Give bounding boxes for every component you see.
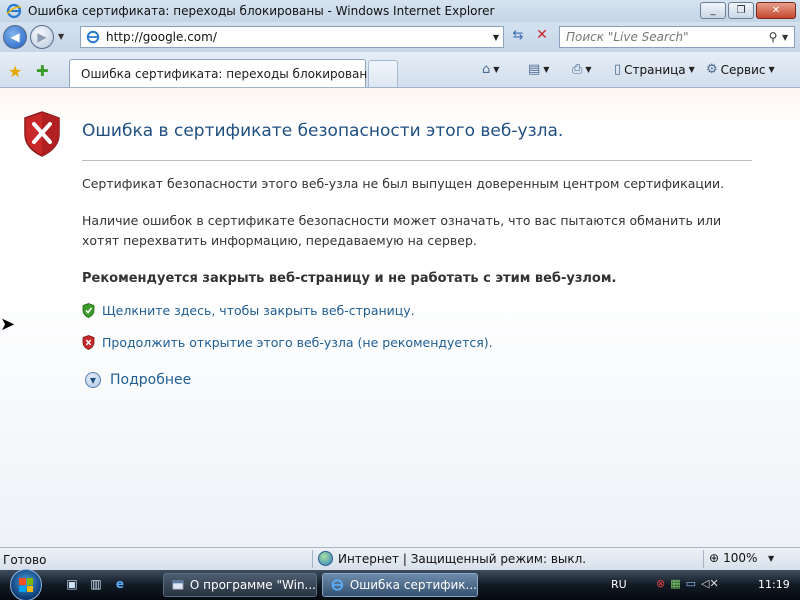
page-title: Ошибка в сертификате безопасности этого … [82,121,564,141]
taskbar-item-label: Ошибка сертифик... [349,578,477,592]
title-divider [82,160,752,161]
page-menu-button[interactable]: ▯ Страница ▼ [614,62,695,77]
chevron-down-icon: ▼ [85,372,101,388]
ie-icon [331,579,344,591]
zoom-control[interactable]: ⊕ 100% [709,551,757,565]
security-zone-text: Интернет | Защищенный режим: выкл. [338,551,587,566]
zoom-dropdown-icon[interactable]: ▼ [768,554,774,563]
address-url[interactable]: http://google.com/ [106,30,489,44]
taskbar-item-ie[interactable]: Ошибка сертифик... [322,573,478,597]
page-icon: ▯ [614,62,622,77]
close-page-link-text[interactable]: Щелкните здесь, чтобы закрыть веб-страни… [102,303,415,318]
add-favorites-icon[interactable]: ✚ [36,62,49,80]
maximize-button[interactable]: ❐ [728,2,754,19]
status-bar: Готово Интернет | Защищенный режим: выкл… [0,547,800,570]
tools-menu-label: Сервис [720,62,766,77]
window-title: Ошибка сертификата: переходы блокированы… [28,4,495,18]
tools-menu-button[interactable]: ⚙ Сервис ▼ [706,62,775,77]
clock[interactable]: 11:19 [758,578,790,591]
home-button[interactable]: ⌂ ▼ [482,62,499,77]
stop-icon[interactable]: ✕ [532,27,552,45]
printer-icon: ⎙ [572,62,583,77]
new-tab-button[interactable] [368,60,398,87]
recent-pages-dropdown[interactable]: ▼ [58,32,64,41]
chevron-down-icon: ▼ [493,65,500,74]
back-button[interactable]: ◀ [3,25,27,49]
page-menu-label: Страница [624,62,686,77]
continue-link[interactable]: Продолжить открытие этого веб-узла (не р… [82,335,493,350]
search-options-dropdown[interactable]: ▼ [782,33,794,42]
close-page-link[interactable]: Щелкните здесь, чтобы закрыть веб-страни… [82,303,415,318]
search-icon[interactable]: ⚲ [764,30,782,44]
recommendation-text: Рекомендуется закрыть веб-страницу и не … [82,271,617,286]
address-toolbar: ◀ ▶ ▼ http://google.com/ ▼ ⇆ ✕ ⚲ ▼ [0,22,800,52]
zoom-level: 100% [723,551,758,565]
more-info-label[interactable]: Подробнее [110,372,191,388]
chevron-down-icon: ▼ [585,65,592,74]
display-icon[interactable]: ▭ [686,577,696,590]
show-desktop-icon[interactable]: ▣ [64,577,80,593]
zoom-icon: ⊕ [709,551,720,565]
start-button[interactable] [10,569,42,600]
switch-windows-icon[interactable]: ▥ [88,577,104,593]
security-alert-icon[interactable]: ⊗ [656,577,665,590]
forward-arrow-icon: ▶ [37,30,47,44]
tab-label: Ошибка сертификата: переходы блокированы [81,66,377,81]
address-bar[interactable]: http://google.com/ ▼ [80,26,504,48]
close-window-button[interactable]: ✕ [756,2,796,19]
page-content: Ошибка в сертификате безопасности этого … [0,88,800,547]
taskbar-item-about[interactable]: О программе "Win... [163,573,317,597]
continue-link-text[interactable]: Продолжить открытие этого веб-узла (не р… [102,335,493,350]
chevron-down-icon: ▼ [543,65,550,74]
tab-certificate-error[interactable]: Ошибка сертификата: переходы блокированы [69,59,377,87]
refresh-icon[interactable]: ⇆ [508,28,528,46]
warning-paragraph: Наличие ошибок в сертификате безопасност… [82,213,722,248]
chevron-down-icon: ▼ [688,65,695,74]
tab-bar: ★ ✚ Ошибка сертификата: переходы блокиро… [0,52,800,88]
favorites-star-icon[interactable]: ★ [8,62,22,81]
network-icon[interactable]: ▦ [670,577,680,590]
taskbar: ▣ ▥ e О программе "Win... Ошибка сертифи… [0,569,800,600]
back-arrow-icon: ◀ [10,30,20,44]
green-shield-icon [82,303,95,318]
status-separator [703,550,704,568]
red-shield-icon [82,335,95,350]
status-separator [312,550,313,568]
description-paragraph: Сертификат безопасности этого веб-узла н… [82,176,725,191]
window-titlebar[interactable]: Ошибка сертификата: переходы блокированы… [0,0,800,22]
security-zone[interactable]: Интернет | Защищенный режим: выкл. [318,551,586,566]
address-dropdown-icon[interactable]: ▼ [489,33,503,42]
volume-muted-icon[interactable]: ◁✕ [701,577,719,590]
status-text: Готово [3,553,47,567]
search-box[interactable]: ⚲ ▼ [559,26,795,48]
rss-feed-icon: ▤ [528,62,541,77]
chevron-down-icon: ▼ [768,65,775,74]
minimize-button[interactable]: _ [700,2,726,19]
taskbar-item-label: О программе "Win... [189,578,316,592]
system-tray: ⊗ ▦ ▭ ◁✕ [656,577,719,590]
page-icon [86,30,100,44]
windows-logo-icon [19,578,33,592]
error-shield-icon [24,111,60,157]
feeds-button[interactable]: ▤ ▼ [528,62,549,77]
mouse-cursor-icon: ➤ [0,314,16,335]
print-button[interactable]: ⎙ ▼ [572,62,592,77]
search-input[interactable] [560,30,764,44]
more-info-toggle[interactable]: ▼ Подробнее [85,372,191,388]
language-indicator[interactable]: RU [611,578,627,591]
window-icon [172,580,184,590]
ie-icon [6,3,22,19]
home-icon: ⌂ [482,62,491,77]
ie-quicklaunch-icon[interactable]: e [112,577,128,593]
forward-button[interactable]: ▶ [30,25,54,49]
gear-icon: ⚙ [706,62,718,77]
globe-icon [318,551,333,566]
